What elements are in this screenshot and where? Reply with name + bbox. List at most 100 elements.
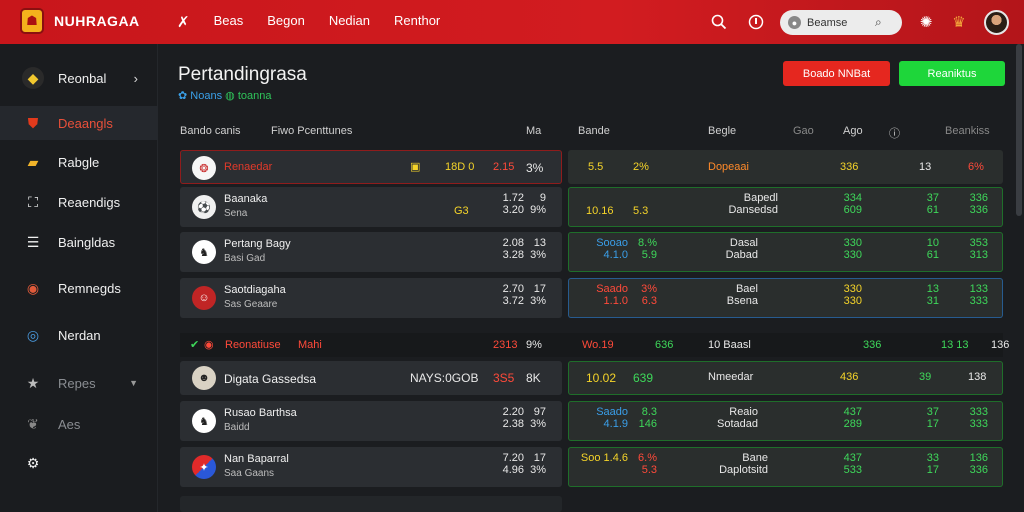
cell-c: 17 3% <box>530 283 546 307</box>
table-row[interactable]: Saado 4.1.9 8.3 146 Reaio Sotadad 437 28… <box>568 401 1003 441</box>
table-row[interactable]: 5.5 2% Dopeaai 336 13 6% <box>568 150 1003 184</box>
sidebar-item-aes[interactable]: ❦ Aes <box>0 407 158 441</box>
cell-r6: 353 313 <box>969 237 988 261</box>
cell-r1: Sooao 4.1.0 <box>596 237 628 261</box>
info-icon[interactable]: ⓘ <box>889 125 900 141</box>
cell-r5: 10 61 <box>926 237 939 261</box>
cell-r1: 10.16 <box>586 205 614 217</box>
table-row[interactable]: ❂ Renaedar ▣ 18D 0 2.15 3% <box>180 150 562 184</box>
team-label: Rusao Barthsa <box>224 407 297 419</box>
column-header[interactable]: Ma <box>526 125 541 137</box>
scrollbar[interactable] <box>1016 44 1022 216</box>
sidebar-item-label: Reonbal <box>58 70 107 86</box>
sidebar-item-remnegds[interactable]: ◉ Remnegds <box>0 271 158 305</box>
column-header[interactable]: Gao <box>793 125 814 137</box>
table-row[interactable]: ☻ Digata Gassedsa NAYS:0GOB 3S5 8K <box>180 361 562 395</box>
cell-a: 18D 0 <box>445 161 475 173</box>
nav-item-4[interactable]: Renthor <box>394 13 440 31</box>
cell-r2: 639 <box>633 371 654 385</box>
team-sub: Basi Gad <box>224 253 266 264</box>
nav-logo-icon[interactable]: ✗ <box>177 13 190 31</box>
banner-label: Reonatiuse <box>225 339 281 351</box>
table-row[interactable]: ☺ Saotdiagaha Sas Geaare 2.70 3.72 17 3% <box>180 278 562 318</box>
search-scope-icon: ● <box>788 16 801 29</box>
cell-r1: Saado 1.1.0 <box>596 283 628 307</box>
nav-item-1[interactable]: Beas <box>214 13 244 31</box>
settings-icon[interactable]: ✺ <box>915 11 937 33</box>
table-row[interactable]: ♞ Pertang Bagy Basi Gad 2.08 3.28 13 3% <box>180 232 562 272</box>
sidebar-item-deaangls[interactable]: ⛊ Deaangls <box>0 106 158 140</box>
brand-logo-icon: ☗ <box>20 8 44 34</box>
top-nav: ✗ Beas Begon Nedian Renthor <box>177 13 440 31</box>
cell-r3: Nmeedar <box>708 371 754 383</box>
gear-icon: ⚙ <box>26 454 40 471</box>
banner-r6: 136 <box>991 339 1010 351</box>
cell-r4: 436 <box>840 371 859 383</box>
sidebar-item-reonbal[interactable]: ◆ Reonbal › <box>0 60 158 96</box>
table-row[interactable] <box>180 496 562 512</box>
sidebar: ◆ Reonbal › ⛊ Deaangls ▰ Rabgle ⛶ Reaend… <box>0 44 158 512</box>
cell-r4: 336 <box>840 161 859 173</box>
nav-item-2[interactable]: Begon <box>267 13 305 31</box>
sidebar-item-label: Remnegds <box>58 280 121 296</box>
search-submit-icon[interactable]: ⌕ <box>875 15 882 30</box>
brand[interactable]: ☗ NUHRAGAA <box>20 8 140 34</box>
table-row[interactable]: ⚽ Baanaka Sena G3 1.72 3.20 9 9% <box>180 187 562 227</box>
column-header[interactable]: Fiwo Pcenttunes <box>271 125 352 137</box>
table-row[interactable]: Sooao 4.1.0 8.% 5.9 Dasal Dabad 330 330 … <box>568 232 1003 272</box>
cell-c: 97 3% <box>530 406 546 430</box>
team-label: Pertang Bagy <box>224 238 291 250</box>
gauge-icon: ◎ <box>26 326 40 343</box>
table-row[interactable]: ✦ Nan Baparral Saa Gaans 7.20 4.96 17 3% <box>180 447 562 487</box>
table-row[interactable]: ♞ Rusao Barthsa Baidd 2.20 2.38 97 3% <box>180 401 562 441</box>
cell-b: 3S5 <box>493 371 515 385</box>
team-name: Pertang Bagy Basi Gad <box>224 238 291 264</box>
user-avatar[interactable] <box>984 10 1009 35</box>
sidebar-item-label: Rabgle <box>58 154 100 170</box>
leaf-icon: ❦ <box>27 415 39 432</box>
sidebar-item-nerdan[interactable]: ◎ Nerdan <box>0 318 158 352</box>
table-row[interactable]: 10.16 5.3 Bapedl Dansedsd 334 609 37 61 … <box>568 187 1003 227</box>
column-header[interactable]: Ago <box>843 125 863 137</box>
column-header[interactable]: Bando canis <box>180 125 241 137</box>
team-label: Saotdiagaha <box>224 284 286 296</box>
column-header[interactable]: Beankiss <box>945 125 990 137</box>
sidebar-item-label: Deaangls <box>58 115 113 131</box>
banner-mid: Mahi <box>298 339 322 351</box>
table-row[interactable]: Soo 1.4.6 6.% 5.3 Bane Daplotsitd 437 53… <box>568 447 1003 487</box>
cell-r3: Dasal Dabad <box>725 237 758 261</box>
team-sub: Sas Geaare <box>224 299 278 310</box>
column-header[interactable]: Begle <box>708 125 736 137</box>
search-box[interactable]: ● ⌕ <box>780 10 902 35</box>
trophy-icon[interactable]: ♛ <box>948 11 970 33</box>
cell-c: 17 3% <box>530 452 546 476</box>
cell-b: 2.08 3.28 <box>502 237 524 261</box>
tag-icon: ▰ <box>27 153 39 170</box>
cell-r5: 39 <box>919 371 932 383</box>
cell-r3: Reaio Sotadad <box>717 406 758 430</box>
team-sub: Baidd <box>224 422 250 433</box>
cell-r4: 330 330 <box>843 237 862 261</box>
nav-item-3[interactable]: Nedian <box>329 13 370 31</box>
sidebar-item-baingldas[interactable]: ☰ Baingldas <box>0 225 158 259</box>
search-input[interactable] <box>807 16 869 29</box>
sidebar-item-repes[interactable]: ★ Repes ▼ <box>0 366 158 400</box>
table-row[interactable]: 10.02 639 Nmeedar 436 39 138 <box>568 361 1003 395</box>
team-name: Baanaka Sena <box>224 193 267 219</box>
player-photo: ☺ <box>192 286 216 310</box>
notification-icon[interactable] <box>745 11 767 33</box>
sidebar-item-rabgle[interactable]: ▰ Rabgle <box>0 145 158 179</box>
cell-r3: Bael Bsena <box>726 283 758 307</box>
globe-icon: ✿ <box>178 90 188 102</box>
search-icon[interactable] <box>708 11 730 33</box>
column-header[interactable]: Bande <box>578 125 610 137</box>
table-row[interactable]: Saado 1.1.0 3% 6.3 Bael Bsena 330 330 13… <box>568 278 1003 318</box>
cell-b: 7.20 4.96 <box>502 452 524 476</box>
section-banner[interactable]: ✔ ◉ Reonatiuse Mahi 2313 9% Wo.19 636 10… <box>180 333 1009 357</box>
sidebar-item-settings[interactable]: ⚙ <box>0 446 158 480</box>
cell-r2: 3% 6.3 <box>641 283 657 307</box>
red-action-button[interactable]: Boado NNBat <box>783 61 890 86</box>
cell-r1: 10.02 <box>586 371 617 385</box>
sidebar-item-reaendigs[interactable]: ⛶ Reaendigs <box>0 185 158 219</box>
green-action-button[interactable]: Reaniktus <box>899 61 1005 86</box>
